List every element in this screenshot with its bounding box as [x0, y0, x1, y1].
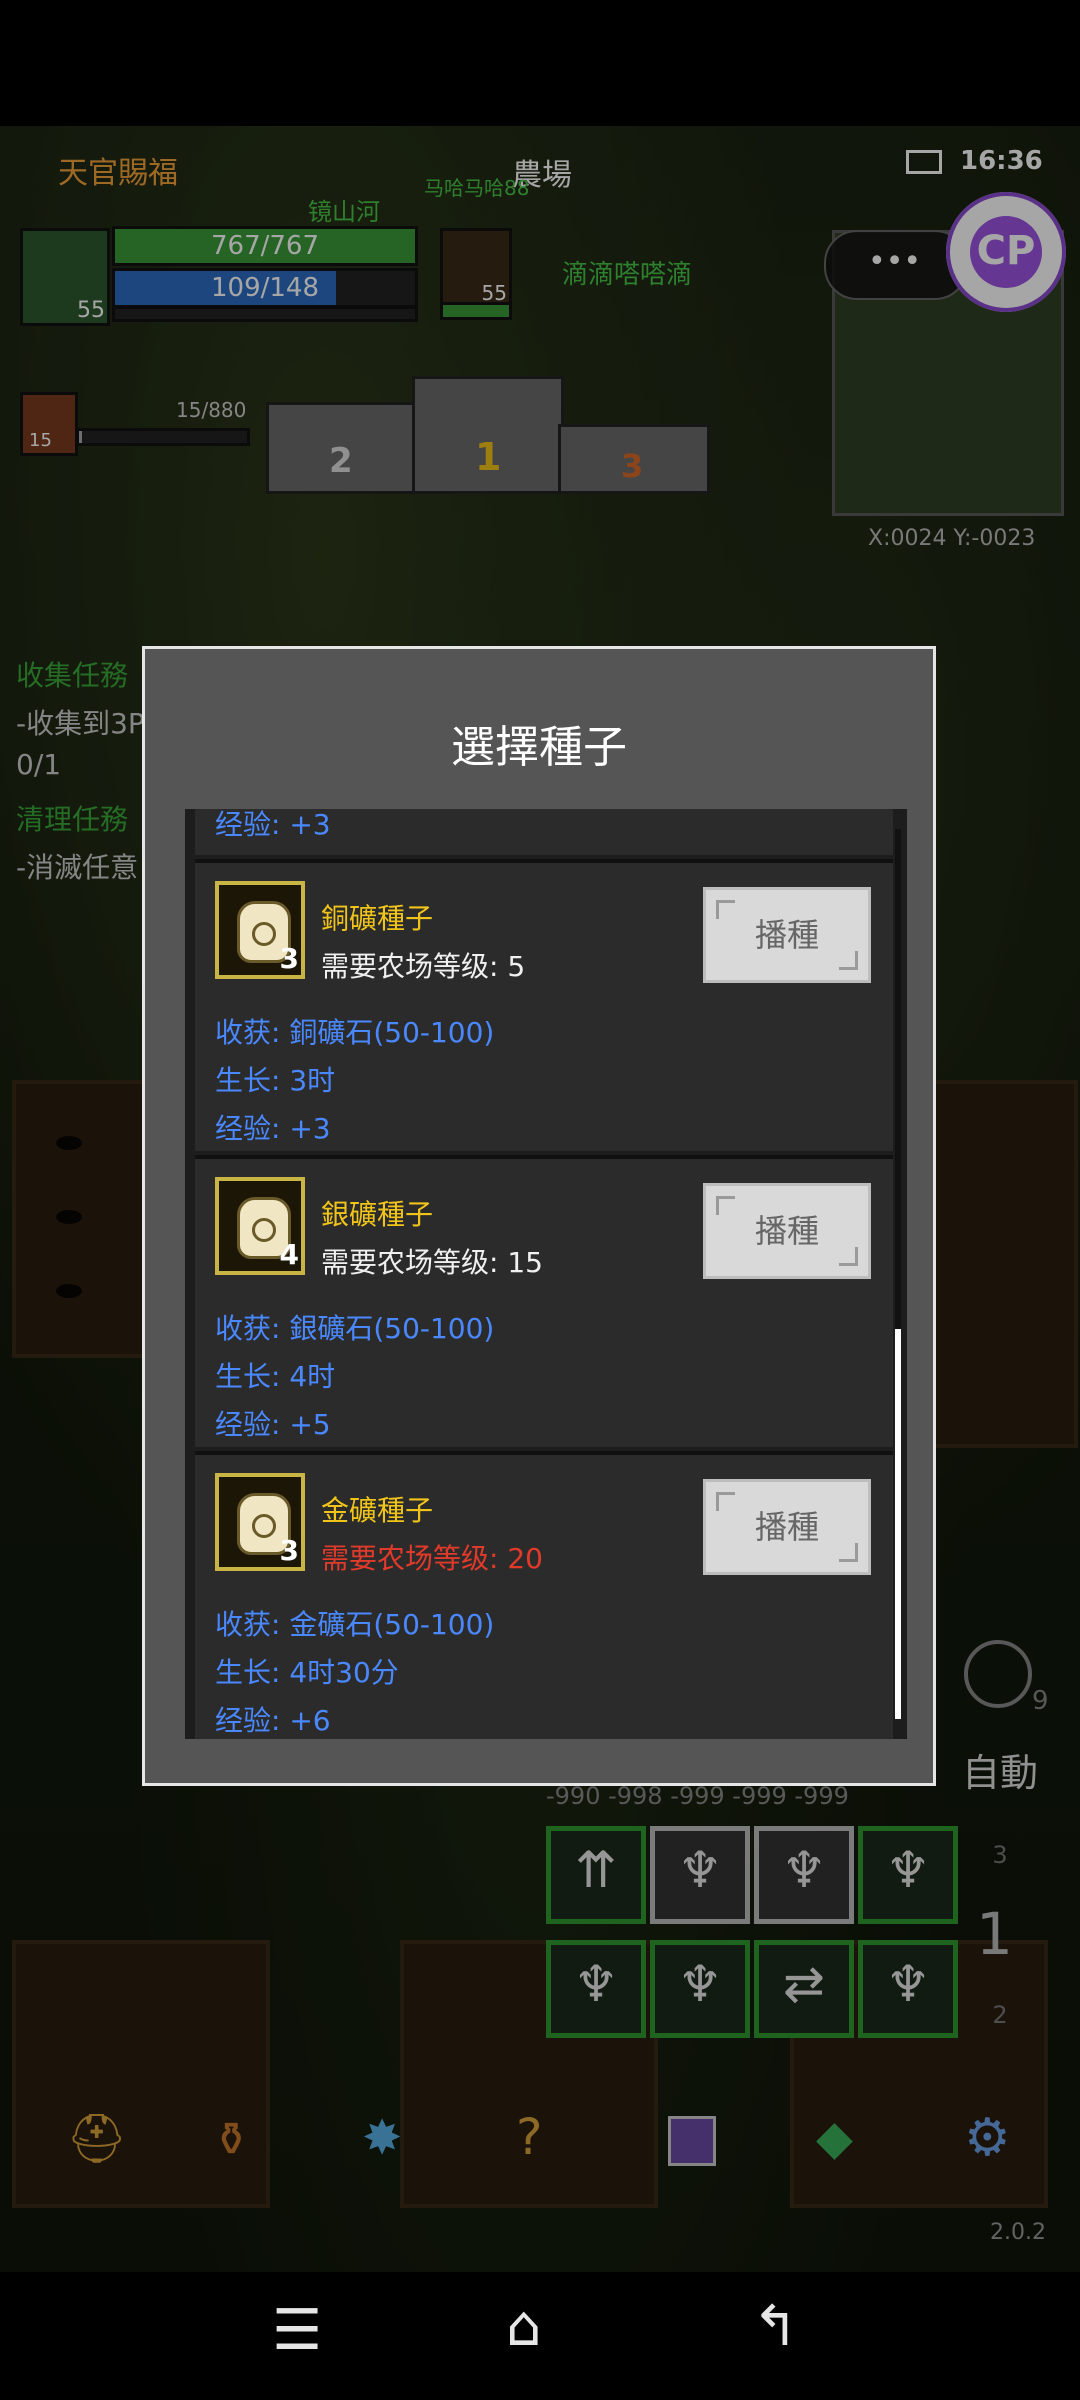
list-item-partial: 经验: +3: [195, 809, 893, 855]
seed-requirement: 需要农场等级: 20: [321, 1542, 543, 1575]
navigation-bar: ☰ ⌂ ↰: [0, 2272, 1080, 2400]
menu-icon[interactable]: ☰: [272, 2298, 322, 2363]
seed-harvest: 收获: 銀礦石(50-100): [215, 1312, 495, 1345]
list-scrollbar-thumb[interactable]: [895, 1329, 901, 1719]
seed-exp: 经验: +3: [215, 1112, 331, 1145]
home-icon[interactable]: ⌂: [506, 2294, 542, 2359]
seed-list[interactable]: 经验: +3 3 銅礦種子 需要农场等级: 5 播種 收获: 銅礦石(50-10…: [185, 809, 907, 1739]
sow-button[interactable]: 播種: [703, 1479, 871, 1575]
seed-exp: 经验: +6: [215, 1704, 331, 1737]
select-seed-dialog: 選擇種子 经验: +3 3 銅礦種子 需要农场等级: 5 播種 收获: 銅礦石(…: [142, 646, 936, 1786]
seed-name: 銀礦種子: [321, 1198, 434, 1231]
seed-name: 金礦種子: [321, 1494, 434, 1527]
dialog-title: 選擇種子: [451, 722, 627, 773]
seed-requirement: 需要农场等级: 5: [321, 950, 526, 983]
seed-harvest: 收获: 金礦石(50-100): [215, 1608, 495, 1641]
seed-bag-icon: 3: [215, 881, 305, 979]
seed-grow-time: 生长: 4时: [215, 1360, 336, 1393]
partial-stat: 经验: +3: [215, 809, 331, 841]
seed-item: 4 銀礦種子 需要农场等级: 15 播種 收获: 銀礦石(50-100) 生长:…: [195, 1155, 893, 1447]
seed-bag-icon: 4: [215, 1177, 305, 1275]
seed-name: 銅礦種子: [321, 902, 434, 935]
seed-grow-time: 生长: 3时: [215, 1064, 336, 1097]
seed-item: 3 銅礦種子 需要农场等级: 5 播種 收获: 銅礦石(50-100) 生长: …: [195, 859, 893, 1151]
seed-harvest: 收获: 銅礦石(50-100): [215, 1016, 495, 1049]
seed-bag-icon: 3: [215, 1473, 305, 1571]
sow-button[interactable]: 播種: [703, 887, 871, 983]
seed-item: 3 金礦種子 需要农场等级: 20 播種 收获: 金礦石(50-100) 生长:…: [195, 1451, 893, 1739]
seed-grow-time: 生长: 4时30分: [215, 1656, 399, 1689]
seed-requirement: 需要农场等级: 15: [321, 1246, 543, 1279]
seed-exp: 经验: +5: [215, 1408, 331, 1441]
sow-button[interactable]: 播種: [703, 1183, 871, 1279]
back-icon[interactable]: ↰: [752, 2294, 799, 2359]
